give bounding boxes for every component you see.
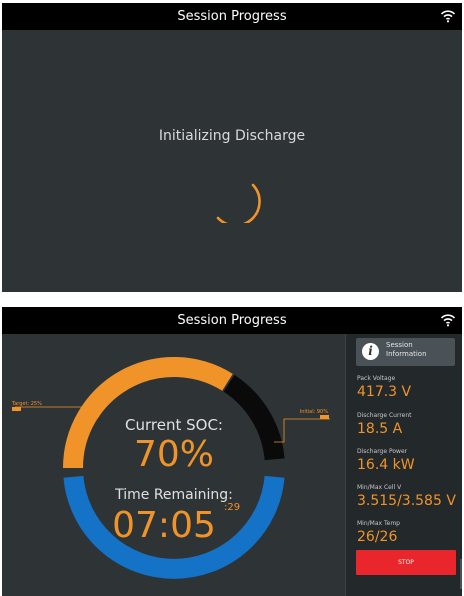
title-bar: Session Progress	[2, 307, 462, 334]
stat-value: 18.5 A	[357, 421, 403, 437]
current-soc-label: Current SOC:	[125, 416, 223, 434]
session-information-button[interactable]: i Session Information	[356, 338, 455, 366]
stat-label: Discharge Current	[357, 412, 412, 419]
stat-value: 26/26	[357, 529, 398, 545]
initial-marker	[320, 415, 329, 419]
stat-label: Pack Voltage	[357, 375, 396, 382]
current-soc-value: 70%	[134, 434, 214, 475]
status-text: Initializing Discharge	[158, 128, 306, 144]
session-information-label-line1: Session	[386, 341, 413, 349]
wifi-icon	[440, 314, 456, 327]
stat-value: 3.515/3.585 V	[357, 493, 456, 509]
stat-min-max-cell-v: Min/Max Cell V 3.515/3.585 V	[357, 484, 457, 509]
stat-pack-voltage: Pack Voltage 417.3 V	[357, 375, 457, 400]
stat-discharge-power: Discharge Power 16.4 kW	[357, 448, 457, 473]
target-label: Target: 25%	[11, 401, 42, 407]
soc-arc-black	[223, 374, 285, 461]
spinner-icon	[216, 183, 261, 223]
time-remaining-label: Time Remaining:	[114, 487, 233, 503]
session-information-label: Session Information	[386, 341, 427, 359]
title-bar: Session Progress	[2, 3, 462, 30]
info-icon: i	[362, 343, 379, 360]
stat-label: Discharge Power	[357, 448, 408, 455]
initializing-screen: Session Progress Initializing Discharge	[2, 3, 462, 292]
stat-label: Min/Max Cell V	[357, 484, 402, 491]
initial-label: Initial: 90%	[300, 409, 328, 415]
stat-discharge-current: Discharge Current 18.5 A	[357, 412, 457, 437]
session-info-sidebar: i Session Information Pack Voltage 417.3…	[345, 334, 462, 596]
stat-value: 417.3 V	[357, 384, 412, 400]
session-progress-screen: Session Progress Target: 25% Initial: 90…	[2, 307, 462, 596]
time-remaining-value: 07:05	[112, 505, 216, 546]
stat-label: Min/Max Temp	[357, 520, 400, 527]
time-remaining-seconds: :29	[224, 502, 240, 513]
page-title: Session Progress	[177, 9, 287, 24]
soc-gauge: Target: 25% Initial: 90% Current SOC: 70…	[11, 356, 330, 579]
stat-min-max-temp: Min/Max Temp 26/26	[357, 520, 457, 545]
wifi-icon	[440, 10, 456, 23]
stop-button[interactable]: STOP	[356, 550, 456, 575]
stat-value: 16.4 kW	[357, 457, 415, 473]
session-information-label-line2: Information	[386, 350, 427, 358]
target-marker	[12, 407, 21, 411]
initial-leader-line	[274, 418, 330, 443]
scrollbar[interactable]	[460, 559, 462, 589]
page-title: Session Progress	[177, 313, 287, 328]
